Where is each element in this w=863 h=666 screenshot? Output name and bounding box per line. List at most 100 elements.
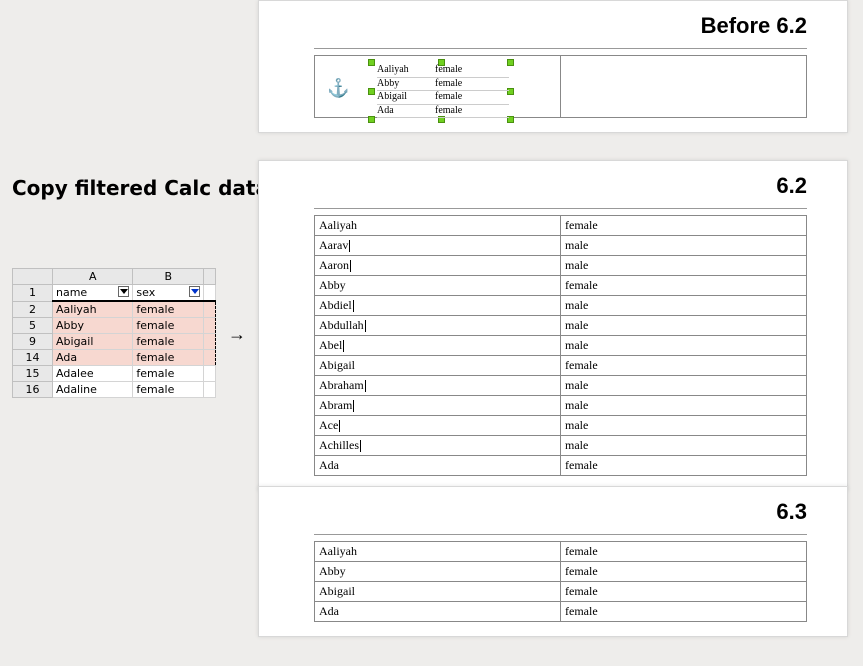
calc-corner[interactable]: [13, 269, 53, 285]
calc-cell[interactable]: Ada: [53, 350, 133, 366]
row-header[interactable]: 14: [13, 350, 53, 366]
calc-row: 16Adalinefemale: [13, 382, 216, 398]
panel-title-before: Before 6.2: [314, 13, 807, 42]
table-cell[interactable]: male: [561, 296, 807, 316]
text-cursor: [365, 320, 366, 332]
table-cell[interactable]: male: [561, 436, 807, 456]
text-cursor: [350, 260, 351, 272]
calc-cell[interactable]: female: [133, 382, 204, 398]
table-cell[interactable]: Abigail: [315, 356, 561, 376]
calc-cell[interactable]: [204, 382, 216, 398]
table-cell[interactable]: Ada: [315, 456, 561, 476]
calc-cell[interactable]: Aaliyah: [53, 301, 133, 318]
table-cell[interactable]: Abraham: [315, 376, 561, 396]
resize-handle[interactable]: [368, 88, 375, 95]
table-cell[interactable]: female: [561, 582, 807, 602]
arrow-icon: →: [228, 324, 246, 345]
table-cell[interactable]: female: [561, 216, 807, 236]
table-cell[interactable]: male: [561, 376, 807, 396]
table-cell[interactable]: Achilles: [315, 436, 561, 456]
row-header[interactable]: 9: [13, 334, 53, 350]
calc-cell[interactable]: [204, 366, 216, 382]
row-header[interactable]: 5: [13, 318, 53, 334]
ole-object[interactable]: AaliyahfemaleAbbyfemaleAbigailfemaleAdaf…: [371, 62, 511, 120]
text-cursor: [353, 400, 354, 412]
text-cursor: [349, 240, 350, 252]
row-header[interactable]: 1: [13, 285, 53, 302]
table-cell[interactable]: Aaliyah: [315, 542, 561, 562]
calc-cell[interactable]: Adalee: [53, 366, 133, 382]
calc-row: 5Abbyfemale: [13, 318, 216, 334]
table-row: Abbyfemale: [315, 562, 807, 582]
table-cell[interactable]: female: [561, 356, 807, 376]
resize-handle[interactable]: [368, 59, 375, 66]
table-cell[interactable]: Abigail: [315, 582, 561, 602]
writer-table-before[interactable]: ⚓ AaliyahfemaleAbbyfemaleAbigailfemaleAd…: [314, 55, 807, 118]
table-cell[interactable]: Aarav: [315, 236, 561, 256]
calc-grid[interactable]: A B 1namesex2Aaliyahfemale5Abbyfemale9Ab…: [12, 268, 216, 398]
calc-cell[interactable]: female: [133, 366, 204, 382]
text-cursor: [339, 420, 340, 432]
table-cell[interactable]: male: [561, 416, 807, 436]
calc-row: 14Adafemale: [13, 350, 216, 366]
calc-cell[interactable]: sex: [133, 285, 204, 302]
writer-table-62[interactable]: AaliyahfemaleAaravmaleAaronmaleAbbyfemal…: [314, 215, 807, 476]
table-cell[interactable]: Ada: [315, 602, 561, 622]
table-cell[interactable]: male: [561, 316, 807, 336]
table-cell[interactable]: male: [561, 256, 807, 276]
row-header[interactable]: 2: [13, 301, 53, 318]
panel-63: 6.3 AaliyahfemaleAbbyfemaleAbigailfemale…: [258, 486, 848, 637]
calc-cell[interactable]: [204, 301, 216, 318]
table-row: Adafemale: [315, 602, 807, 622]
calc-row: 15Adaleefemale: [13, 366, 216, 382]
table-cell[interactable]: female: [561, 276, 807, 296]
autofilter-icon[interactable]: [118, 286, 129, 297]
table-cell[interactable]: Abdiel: [315, 296, 561, 316]
table-cell[interactable]: Aaron: [315, 256, 561, 276]
writer-cell[interactable]: ⚓ AaliyahfemaleAbbyfemaleAbigailfemaleAd…: [315, 56, 561, 118]
row-header[interactable]: 16: [13, 382, 53, 398]
calc-cell[interactable]: female: [133, 334, 204, 350]
calc-cell[interactable]: name: [53, 285, 133, 302]
calc-cell[interactable]: Adaline: [53, 382, 133, 398]
table-cell[interactable]: male: [561, 336, 807, 356]
table-cell[interactable]: Ace: [315, 416, 561, 436]
table-cell[interactable]: Abel: [315, 336, 561, 356]
writer-table-63[interactable]: AaliyahfemaleAbbyfemaleAbigailfemaleAdaf…: [314, 541, 807, 622]
col-header-c[interactable]: [204, 269, 216, 285]
table-cell[interactable]: male: [561, 396, 807, 416]
calc-cell[interactable]: [204, 318, 216, 334]
table-cell[interactable]: female: [561, 562, 807, 582]
row-header[interactable]: 15: [13, 366, 53, 382]
calc-cell[interactable]: [204, 334, 216, 350]
table-cell[interactable]: Aaliyah: [315, 216, 561, 236]
table-cell[interactable]: female: [561, 456, 807, 476]
table-cell[interactable]: Abby: [315, 562, 561, 582]
ole-row: Adafemale: [377, 105, 509, 119]
table-row: Aaronmale: [315, 256, 807, 276]
text-cursor: [343, 340, 344, 352]
ole-row: Abigailfemale: [377, 91, 509, 105]
table-cell[interactable]: female: [561, 602, 807, 622]
table-cell[interactable]: female: [561, 542, 807, 562]
panel-62: 6.2 AaliyahfemaleAaravmaleAaronmaleAbbyf…: [258, 160, 848, 491]
calc-cell[interactable]: female: [133, 350, 204, 366]
table-cell[interactable]: male: [561, 236, 807, 256]
calc-cell[interactable]: Abby: [53, 318, 133, 334]
calc-cell[interactable]: [204, 285, 216, 302]
col-header-a[interactable]: A: [53, 269, 133, 285]
col-header-b[interactable]: B: [133, 269, 204, 285]
table-cell[interactable]: Abdullah: [315, 316, 561, 336]
panel-before: Before 6.2 ⚓ AaliyahfemaleAbbyfemaleAbig…: [258, 0, 848, 133]
table-row: Achillesmale: [315, 436, 807, 456]
resize-handle[interactable]: [368, 116, 375, 123]
table-cell[interactable]: Abram: [315, 396, 561, 416]
autofilter-icon[interactable]: [189, 286, 200, 297]
writer-cell[interactable]: [561, 56, 807, 118]
table-row: Acemale: [315, 416, 807, 436]
calc-cell[interactable]: [204, 350, 216, 366]
calc-cell[interactable]: Abigail: [53, 334, 133, 350]
calc-cell[interactable]: female: [133, 301, 204, 318]
table-cell[interactable]: Abby: [315, 276, 561, 296]
calc-cell[interactable]: female: [133, 318, 204, 334]
